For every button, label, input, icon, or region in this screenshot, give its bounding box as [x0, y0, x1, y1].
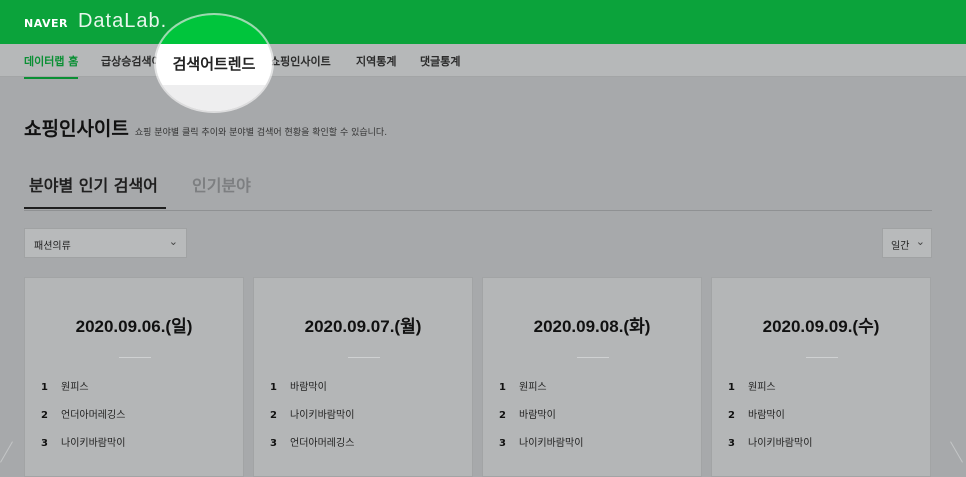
- nav-item-datalab-home[interactable]: 데이터랩 홈: [24, 53, 79, 79]
- keyword-label: 언더아머레깅스: [290, 438, 355, 449]
- keyword-label: 원피스: [61, 382, 89, 393]
- rank-number: 2: [728, 410, 735, 421]
- card-divider: [577, 357, 609, 358]
- card-date: 2020.09.08.(화): [533, 317, 651, 336]
- nav-item-search-trend[interactable]: 검색어트렌드: [156, 53, 272, 74]
- nav-item-regional-stats[interactable]: 지역통계: [356, 53, 396, 69]
- tab-popular-keywords-by-category[interactable]: 분야별 인기 검색어: [24, 172, 166, 209]
- rank-number: 3: [499, 438, 506, 449]
- carousel-next-arrow-icon[interactable]: [950, 441, 963, 463]
- rank-number: 2: [270, 410, 277, 421]
- ranking-item[interactable]: 2 언더아머레깅스: [41, 406, 125, 421]
- datalab-wordmark: DataLab.: [77, 10, 168, 32]
- keyword-label: 바람막이: [290, 382, 327, 393]
- ranking-item[interactable]: 1 원피스: [499, 378, 547, 393]
- rank-number: 2: [41, 410, 48, 421]
- ranking-item[interactable]: 1 원피스: [41, 378, 89, 393]
- spotlight-highlight: 검색어트렌드: [156, 15, 272, 111]
- ranking-item[interactable]: 1 바람막이: [270, 378, 327, 393]
- category-select[interactable]: 패션의류 ⌄: [24, 228, 187, 258]
- card-date: 2020.09.06.(일): [75, 317, 193, 336]
- ranking-item[interactable]: 2 나이키바람막이: [270, 406, 354, 421]
- nav-item-rising-keywords[interactable]: 급상승검색어: [101, 53, 162, 69]
- keyword-label: 나이키바람막이: [748, 438, 813, 449]
- keyword-label: 바람막이: [519, 410, 556, 421]
- period-select-value: 일간: [891, 241, 910, 252]
- keyword-label: 나이키바람막이: [61, 438, 126, 449]
- spotlight-header-slice: [156, 15, 272, 44]
- rank-number: 3: [270, 438, 277, 449]
- ranking-item[interactable]: 2 바람막이: [728, 406, 785, 421]
- main-nav: 데이터랩 홈 급상승검색어 쇼핑인사이트 지역통계 댓글통계: [0, 44, 966, 79]
- rank-number: 3: [41, 438, 48, 449]
- rank-number: 1: [270, 382, 277, 393]
- keyword-label: 나이키바람막이: [290, 410, 355, 421]
- datalab-logo[interactable]: NAVER DataLab.: [24, 10, 167, 33]
- page-heading: 쇼핑인사이트 쇼핑 분야별 클릭 추이와 분야별 검색어 현황을 확인할 수 있…: [24, 114, 387, 141]
- naver-brand: NAVER: [24, 17, 68, 30]
- nav-item-shopping-insight[interactable]: 쇼핑인사이트: [270, 53, 331, 69]
- card-date: 2020.09.09.(수): [762, 317, 880, 336]
- keyword-label: 나이키바람막이: [519, 438, 584, 449]
- chevron-down-icon: ⌄: [168, 235, 178, 248]
- ranking-item[interactable]: 1 원피스: [728, 378, 776, 393]
- card-divider: [348, 357, 380, 358]
- ranking-item[interactable]: 3 나이키바람막이: [41, 434, 125, 449]
- card-divider: [119, 357, 151, 358]
- rank-number: 2: [499, 410, 506, 421]
- daily-ranking-card: 2020.09.09.(수) 1 원피스 2 바람막이 3 나이키바람막이: [711, 277, 931, 477]
- daily-ranking-card: 2020.09.07.(월) 1 바람막이 2 나이키바람막이 3 언더아머레깅스: [253, 277, 473, 477]
- page-title: 쇼핑인사이트: [24, 118, 129, 140]
- rank-number: 1: [499, 382, 506, 393]
- nav-item-comment-stats[interactable]: 댓글통계: [420, 53, 460, 69]
- keyword-label: 원피스: [519, 382, 547, 393]
- daily-ranking-card: 2020.09.08.(화) 1 원피스 2 바람막이 3 나이키바람막이: [482, 277, 702, 477]
- ranking-item[interactable]: 3 나이키바람막이: [499, 434, 583, 449]
- period-select[interactable]: 일간 ⌄: [882, 228, 932, 258]
- rank-number: 1: [728, 382, 735, 393]
- ranking-item[interactable]: 3 언더아머레깅스: [270, 434, 354, 449]
- header-bar: NAVER DataLab.: [0, 0, 966, 44]
- card-divider: [806, 357, 838, 358]
- ranking-item[interactable]: 3 나이키바람막이: [728, 434, 812, 449]
- content-tabs: 분야별 인기 검색어 인기분야: [24, 166, 932, 211]
- rank-number: 1: [41, 382, 48, 393]
- keyword-label: 원피스: [748, 382, 776, 393]
- daily-ranking-card: 2020.09.06.(일) 1 원피스 2 언더아머레깅스 3 나이키바람막이: [24, 277, 244, 477]
- carousel-prev-arrow-icon[interactable]: [0, 441, 13, 463]
- keyword-label: 바람막이: [748, 410, 785, 421]
- card-date: 2020.09.07.(월): [304, 317, 422, 336]
- chevron-down-icon: ⌄: [915, 235, 925, 248]
- page-description: 쇼핑 분야별 클릭 추이와 분야별 검색어 현황을 확인할 수 있습니다.: [134, 128, 388, 138]
- spotlight-content-slice: [156, 85, 272, 111]
- tab-popular-categories[interactable]: 인기분야: [192, 172, 251, 196]
- ranking-item[interactable]: 2 바람막이: [499, 406, 556, 421]
- category-select-value: 패션의류: [34, 241, 71, 252]
- keyword-label: 언더아머레깅스: [61, 410, 126, 421]
- rank-number: 3: [728, 438, 735, 449]
